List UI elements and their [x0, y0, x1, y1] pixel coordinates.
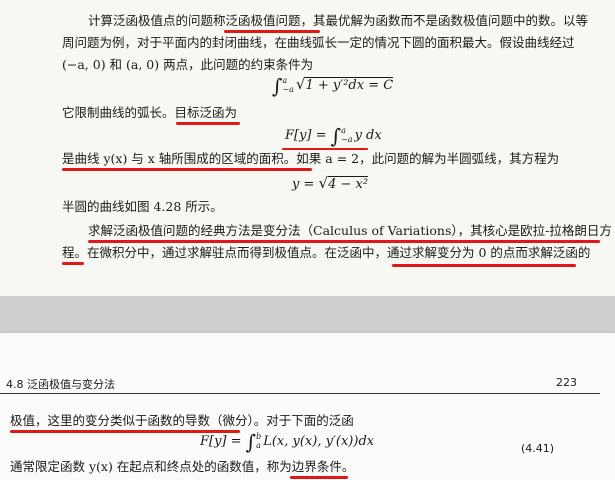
equation-objective: F[y] = ∫ a −a y dx [285, 124, 382, 148]
lower-limit: a [256, 441, 261, 450]
paragraph-line: 通常限定函数 y(x) 在起点和终点处的函数值，称为边界条件。 [10, 459, 355, 474]
equation-semicircle: y = √4 − x² [292, 174, 369, 192]
book-page-top: 计算泛函极值点的问题称泛函极值问题，其最优解为函数而不是函数极值问题中的数。以等… [0, 0, 615, 296]
paragraph-line: 计算泛函极值点的问题称泛函极值问题，其最优解为函数而不是函数极值问题中的数。以等 [88, 13, 589, 28]
annotation-underline [62, 168, 312, 171]
page-number: 223 [556, 376, 577, 389]
equation-functional: F[y] = ∫ b a L(x, y(x), y′(x))dx [200, 430, 375, 454]
paragraph-line: 是曲线 y(x) 与 x 轴所围成的区域的面积。如果 a = 2，此问题的解为半… [62, 151, 560, 166]
annotation-underline [224, 30, 320, 33]
paragraph-line: 它限制曲线的弧长。目标泛函为 [62, 105, 238, 120]
annotation-underline [176, 122, 240, 125]
upper-limit: a [341, 126, 346, 135]
book-page-bottom [0, 333, 615, 480]
paragraph-line: 周问题为例，对于平面内的封闭曲线，在曲线弧长一定的情况下圆的面积最大。假设曲线经… [62, 35, 575, 50]
equation-lhs: F[y] = [285, 128, 331, 143]
upper-limit: b [256, 432, 262, 441]
paragraph-line: 半圆的曲线如图 4.28 所示。 [62, 199, 223, 214]
equation-lhs: F[y] = [200, 434, 246, 449]
paragraph-line: 极值，这里的变分类似于函数的导数（微分）。对于下面的泛函 [10, 413, 354, 428]
equation-body: y dx [354, 128, 382, 143]
header-rule [0, 393, 600, 394]
equation-body: 4 − x² [328, 176, 369, 192]
running-header-section: 4.8 泛函极值与变分法 [6, 378, 115, 391]
lower-limit: −a [282, 85, 294, 94]
paragraph-line: 程。在微积分中，通过求解驻点而得到极值点。在泛函中，通过求解变分为 0 的点而求… [62, 245, 591, 260]
annotation-underline [62, 262, 84, 265]
equation-constraint: ∫ a −a √1 + y′²dx = C [272, 74, 394, 98]
equation-body: 1 + y′²dx = C [305, 77, 394, 93]
equation-lhs: y = [292, 177, 319, 192]
paragraph-line: (−a, 0) 和 (a, 0) 两点，此问题的约束条件为 [62, 57, 314, 72]
paragraph-line: 求解泛函极值问题的经典方法是变分法（Calculus of Variations… [88, 223, 612, 238]
upper-limit: a [282, 76, 288, 85]
equation-body: L(x, y(x), y′(x))dx [263, 434, 375, 449]
equation-number: (4.41) [521, 442, 555, 455]
annotation-underline [88, 240, 600, 243]
page-gap [0, 296, 615, 333]
annotation-underline [392, 264, 576, 267]
annotation-underline [282, 148, 368, 150]
annotation-underline [290, 476, 348, 479]
lower-limit: −a [341, 135, 353, 144]
annotation-underline [10, 430, 240, 433]
